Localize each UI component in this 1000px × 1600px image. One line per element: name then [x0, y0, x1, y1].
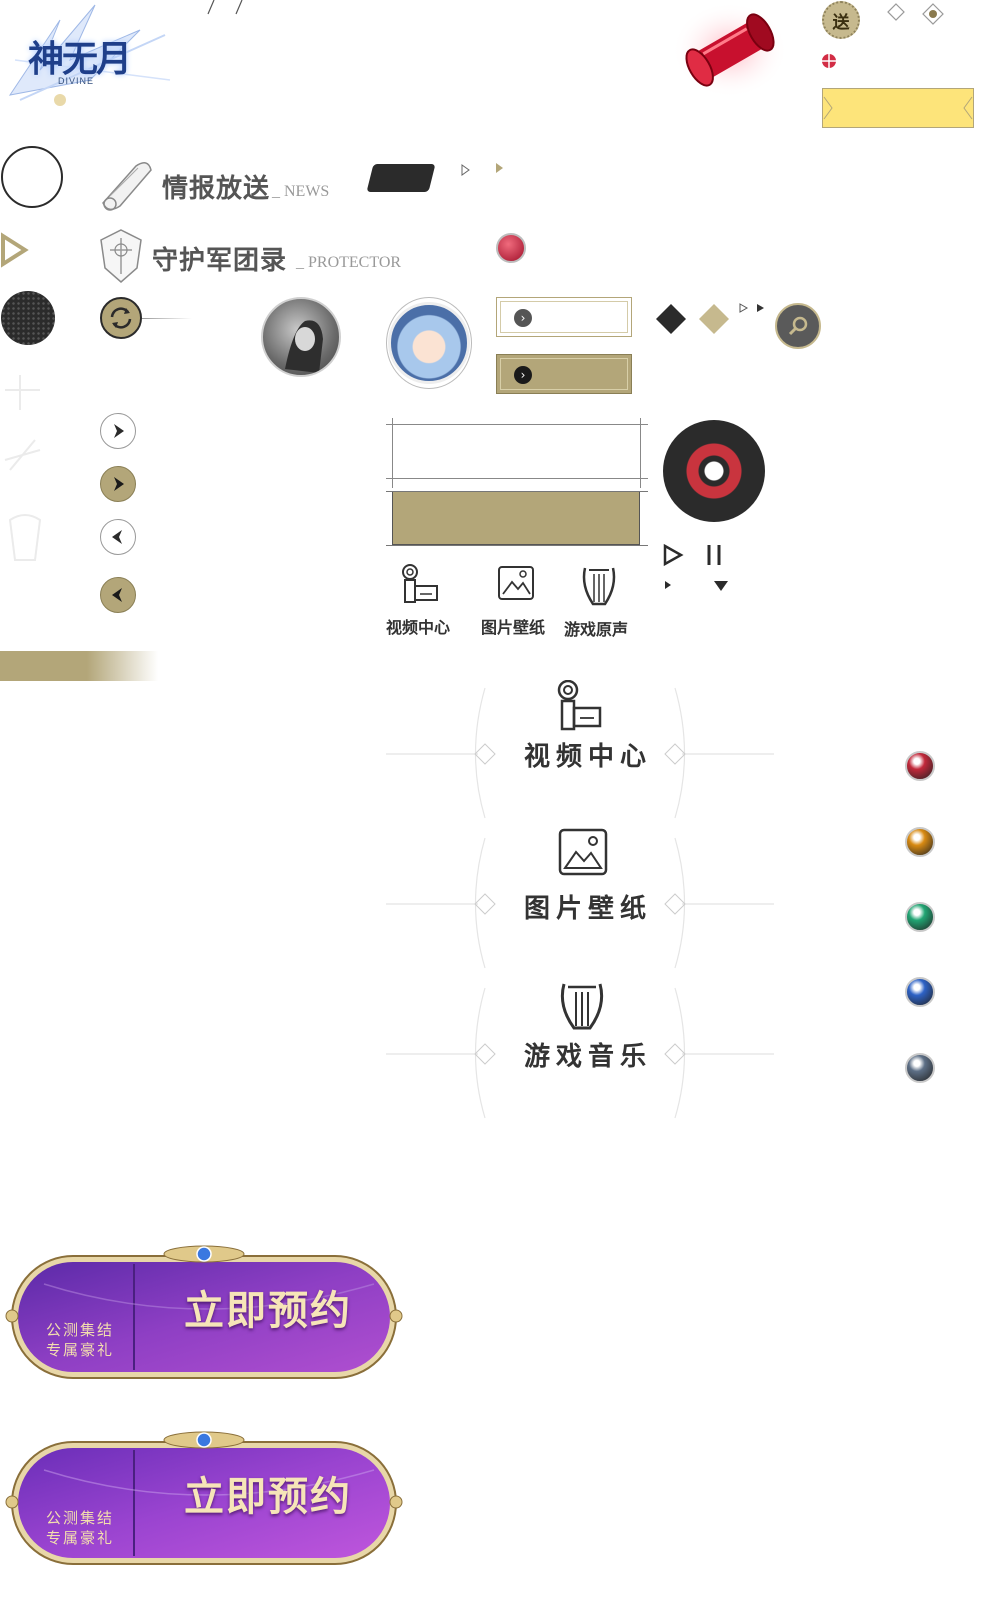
light-element-icon[interactable]: [905, 827, 935, 857]
play-tiny-outline-icon[interactable]: [739, 303, 749, 313]
refresh-trail-line: [142, 318, 192, 319]
arrow-right-icon: [114, 477, 124, 491]
wind-element-icon[interactable]: [905, 902, 935, 932]
video-camera-icon: [557, 680, 602, 731]
protector-section-title: 守护军团录: [152, 246, 288, 276]
play-icon[interactable]: [662, 543, 684, 567]
diamond-outline-icon: [887, 3, 905, 21]
big-nav-video[interactable]: 视频中心: [386, 678, 774, 828]
logo-subtitle: DIVINE: [58, 76, 95, 86]
small-nav-picture[interactable]: 图片壁纸: [478, 564, 558, 637]
frame-button-light[interactable]: ›: [496, 297, 632, 337]
news-section-subtitle: _ NEWS: [272, 183, 330, 200]
frame-line-right: [640, 418, 641, 488]
reserve-sub-line1: 公测集结: [46, 1321, 115, 1339]
play-mini-icon[interactable]: [664, 580, 672, 590]
play-tiny-dark-icon[interactable]: [756, 303, 766, 313]
chevron-right-icon: ›: [514, 309, 532, 327]
slash-marks: [207, 0, 243, 15]
red-scroll-icon: [672, 2, 788, 98]
frame-fill: [392, 491, 640, 545]
send-badge[interactable]: 送: [822, 1, 860, 39]
small-nav-video[interactable]: 视频中心: [382, 564, 462, 637]
yellow-ribbon-bar: [822, 88, 974, 128]
next-arrow-button-outline[interactable]: [100, 413, 136, 449]
reserve-sub-line2: 专属豪礼: [46, 1341, 115, 1359]
scroll-icon: [102, 162, 152, 211]
play-outline-icon[interactable]: [0, 232, 30, 268]
dark-dotted-circle[interactable]: [1, 291, 55, 345]
frame-line-bottom: [386, 478, 648, 479]
lyre-icon: [560, 983, 604, 1030]
frame-button-gold[interactable]: ›: [496, 354, 632, 394]
shield-emblem-icon: [100, 229, 142, 283]
small-nav-music[interactable]: 游戏原声: [562, 564, 642, 639]
gold-gradient-bar: [0, 651, 158, 681]
frame-line-left: [392, 418, 393, 488]
protector-section-subtitle: _ PROTECTOR: [296, 254, 402, 271]
search-icon: [788, 316, 808, 336]
reserve-sub-line2: 专属豪礼: [46, 1529, 115, 1547]
small-nav-video-label: 视频中心: [386, 618, 451, 637]
fire-element-icon[interactable]: [905, 751, 935, 781]
frame-line-bottom: [386, 545, 648, 546]
character-silhouette-icon: [285, 320, 323, 373]
arrow-left-icon: [112, 588, 122, 602]
reserve-now-label: 立即预约: [184, 1473, 352, 1520]
small-nav-picture-label: 图片壁纸: [481, 618, 546, 637]
fire-element-small-icon[interactable]: [496, 233, 526, 263]
ribbon-notch-left: [823, 96, 833, 120]
big-nav-video-label: 视频中心: [524, 742, 653, 772]
diamond-dot-icon: [922, 3, 944, 25]
dark-parallelogram-tag[interactable]: [366, 164, 436, 192]
circle-outline-button[interactable]: [1, 146, 63, 208]
red-compass-icon: [822, 54, 836, 68]
reserve-now-button-hover[interactable]: 立即预约 公测集结 专属豪礼: [4, 1430, 404, 1570]
water-element-icon[interactable]: [905, 977, 935, 1007]
frame-line-top: [386, 424, 648, 425]
search-button[interactable]: [775, 303, 821, 349]
diamond-gold-icon: [699, 304, 729, 334]
play-small-outline-icon[interactable]: [461, 164, 471, 176]
refresh-button[interactable]: [100, 297, 142, 339]
big-nav-music[interactable]: 游戏音乐: [386, 978, 774, 1128]
avatar-inner: [388, 302, 470, 384]
panel-frame-gold: [386, 485, 648, 551]
play-small-gold-icon[interactable]: [495, 162, 505, 174]
triangle-down-icon[interactable]: [713, 580, 729, 592]
character-avatar-grey[interactable]: [261, 297, 341, 377]
small-nav-music-label: 游戏原声: [564, 620, 629, 639]
big-nav-music-label: 游戏音乐: [524, 1042, 653, 1072]
faint-emblems: [4, 375, 42, 561]
music-record-disc[interactable]: [663, 420, 765, 522]
panel-frame-white: [386, 418, 648, 488]
pause-icon[interactable]: [704, 543, 724, 567]
next-arrow-button-gold[interactable]: [100, 466, 136, 502]
reserve-sub-line1: 公测集结: [46, 1509, 115, 1527]
logo-title: 神无月: [28, 38, 132, 80]
reserve-now-button[interactable]: 立即预约 公测集结 专属豪礼: [4, 1244, 404, 1384]
logo[interactable]: 神无月 DIVINE: [0, 0, 175, 118]
character-avatar-color[interactable]: [386, 297, 472, 389]
picture-icon: [558, 828, 608, 876]
refresh-icon: [110, 307, 132, 329]
ribbon-notch-right: [963, 96, 973, 120]
news-section-title: 情报放送: [162, 174, 271, 204]
dark-element-icon[interactable]: [905, 1053, 935, 1083]
prev-arrow-button-gold[interactable]: [100, 577, 136, 613]
chevron-right-icon: ›: [514, 366, 532, 384]
big-nav-picture-label: 图片壁纸: [524, 894, 653, 924]
lyre-icon: [582, 567, 616, 606]
reserve-now-label: 立即预约: [184, 1287, 352, 1334]
picture-icon: [498, 566, 534, 600]
video-camera-icon: [402, 564, 438, 603]
arrow-right-icon: [114, 424, 124, 438]
diamond-dark-icon: [656, 304, 686, 334]
prev-arrow-button-outline[interactable]: [100, 519, 136, 555]
send-badge-label: 送: [832, 12, 850, 33]
big-nav-picture[interactable]: 图片壁纸: [386, 826, 774, 976]
arrow-left-icon: [112, 530, 122, 544]
frame-line-top: [386, 491, 648, 492]
